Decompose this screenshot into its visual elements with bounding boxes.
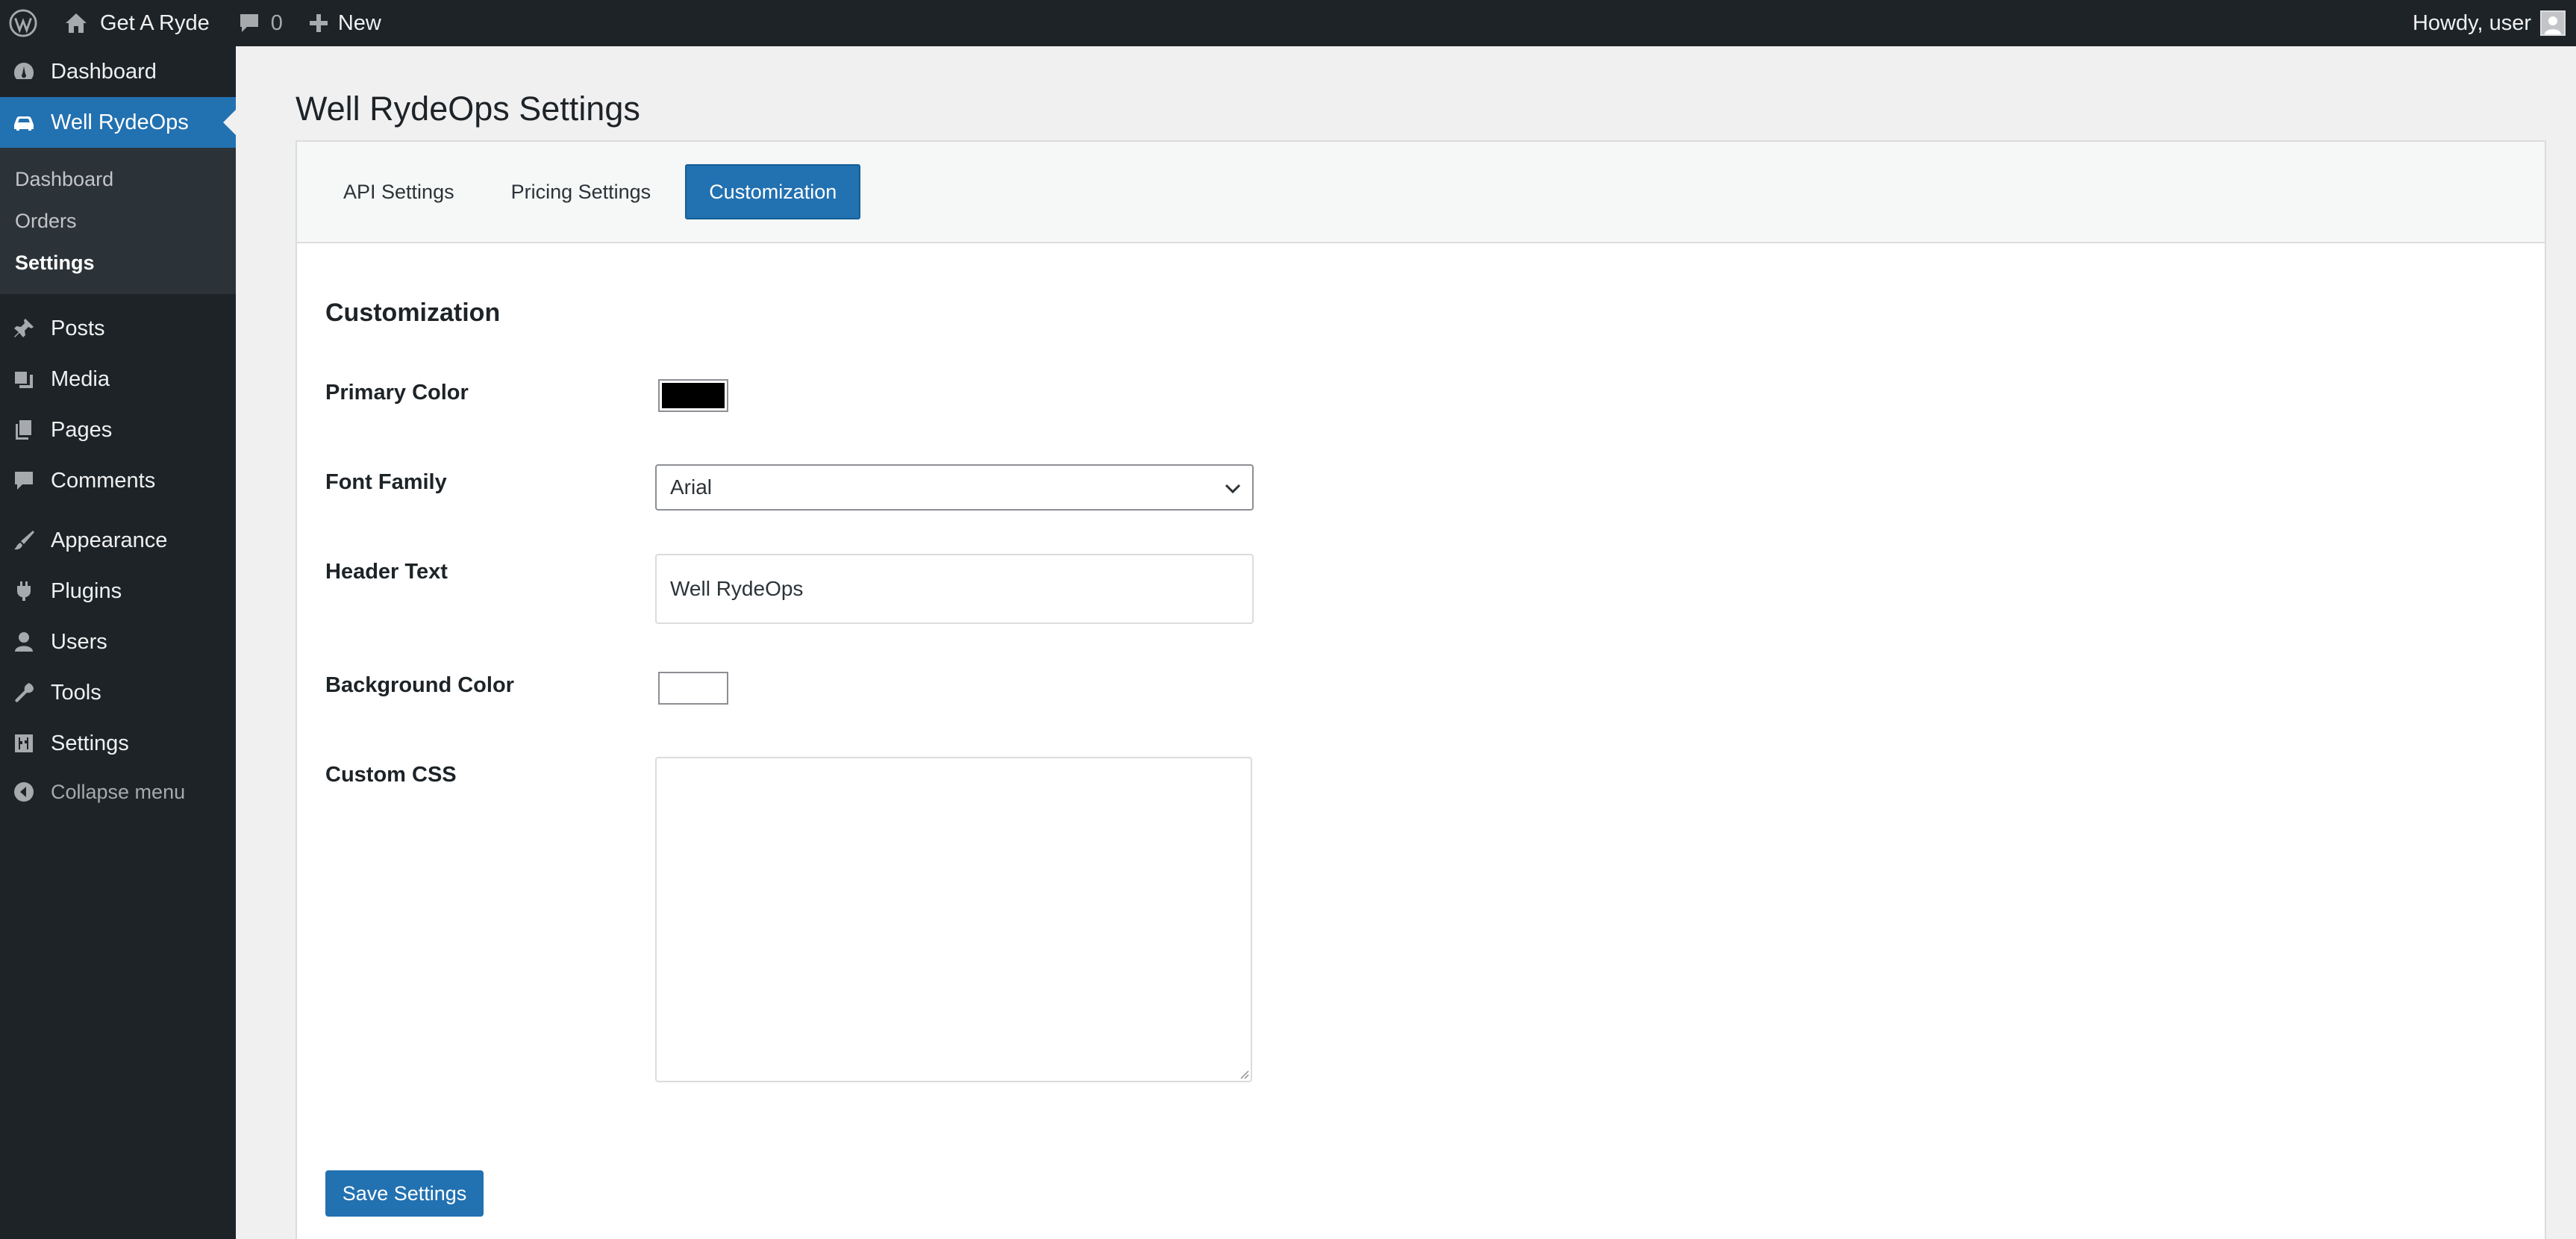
- home-icon: [66, 13, 87, 33]
- collapse-menu-button[interactable]: Collapse menu: [0, 769, 236, 815]
- sidebar-item-well-rydeops[interactable]: Well RydeOps: [0, 97, 236, 148]
- custom-css-label: Custom CSS: [325, 763, 457, 787]
- comments-count: 0: [270, 10, 283, 35]
- background-color-picker[interactable]: [658, 672, 728, 705]
- section-title: Customization: [325, 299, 501, 327]
- site-name-link[interactable]: Get A Ryde: [55, 0, 219, 46]
- sidebar-item-dashboard[interactable]: Dashboard: [0, 46, 236, 97]
- media-icon: [10, 366, 37, 393]
- sidebar-item-users[interactable]: Users: [0, 617, 236, 667]
- my-account[interactable]: Howdy, user: [2413, 0, 2566, 46]
- new-content-link[interactable]: New: [299, 0, 390, 46]
- font-family-value: Arial: [670, 475, 713, 499]
- pushpin-icon: [10, 315, 37, 342]
- tab-pricing-settings[interactable]: Pricing Settings: [489, 164, 674, 219]
- sidebar-item-tools[interactable]: Tools: [0, 667, 236, 718]
- sidebar-item-media[interactable]: Media: [0, 354, 236, 405]
- submenu-item-dashboard[interactable]: Dashboard: [0, 158, 236, 200]
- resize-grip-icon[interactable]: [1237, 1067, 1249, 1079]
- page-title: Well RydeOps Settings: [296, 90, 640, 128]
- dashboard-gauge-icon: [10, 58, 37, 85]
- header-text-input[interactable]: Well RydeOps: [655, 554, 1254, 624]
- user-icon: [10, 628, 37, 655]
- custom-css-textarea[interactable]: [655, 757, 1252, 1082]
- comment-bubble-icon: [240, 14, 258, 32]
- new-label: New: [337, 10, 381, 35]
- primary-color-picker[interactable]: [658, 379, 728, 412]
- header-text-label: Header Text: [325, 560, 448, 584]
- admin-bar: Get A Ryde 0 New Howdy, user: [0, 0, 2576, 46]
- avatar: [2540, 10, 2566, 36]
- comments-icon: [10, 467, 37, 494]
- wordpress-logo-icon[interactable]: [0, 0, 46, 46]
- site-name: Get A Ryde: [100, 10, 210, 35]
- sidebar-item-appearance[interactable]: Appearance: [0, 515, 236, 566]
- comments-link[interactable]: 0: [229, 0, 292, 46]
- howdy-greeting: Howdy, user: [2412, 10, 2531, 35]
- settings-panel: API Settings Pricing Settings Customizat…: [296, 140, 2546, 1239]
- font-family-select[interactable]: Arial: [655, 464, 1254, 511]
- submenu-item-orders[interactable]: Orders: [0, 200, 236, 242]
- pages-icon: [10, 416, 37, 443]
- sidebar-item-posts[interactable]: Posts: [0, 303, 236, 354]
- background-color-label: Background Color: [325, 673, 514, 697]
- plug-icon: [10, 578, 37, 605]
- chevron-down-icon: [1225, 484, 1241, 494]
- font-family-label: Font Family: [325, 470, 447, 494]
- settings-sliders-icon: [10, 730, 37, 757]
- collapse-arrow-icon: [10, 778, 37, 805]
- header-text-value: Well RydeOps: [670, 577, 804, 600]
- tab-customization[interactable]: Customization: [685, 164, 861, 219]
- car-icon: [10, 109, 37, 136]
- primary-color-label: Primary Color: [325, 381, 469, 405]
- save-settings-button[interactable]: Save Settings: [325, 1170, 484, 1217]
- sidebar-item-pages[interactable]: Pages: [0, 405, 236, 455]
- settings-tabs: API Settings Pricing Settings Customizat…: [297, 142, 2545, 243]
- sidebar-submenu: Dashboard Orders Settings: [0, 148, 236, 294]
- plus-icon: [309, 14, 328, 32]
- submenu-item-settings[interactable]: Settings: [0, 242, 236, 284]
- sidebar-item-plugins[interactable]: Plugins: [0, 566, 236, 617]
- primary-color-swatch: [662, 383, 725, 408]
- admin-sidebar: Dashboard Well RydeOps Dashboard Orders …: [0, 46, 236, 1239]
- sidebar-item-settings[interactable]: Settings: [0, 718, 236, 769]
- sidebar-item-comments[interactable]: Comments: [0, 455, 236, 506]
- wrench-icon: [10, 679, 37, 706]
- paintbrush-icon: [10, 527, 37, 554]
- background-color-swatch: [662, 675, 725, 701]
- tab-api-settings[interactable]: API Settings: [321, 164, 477, 219]
